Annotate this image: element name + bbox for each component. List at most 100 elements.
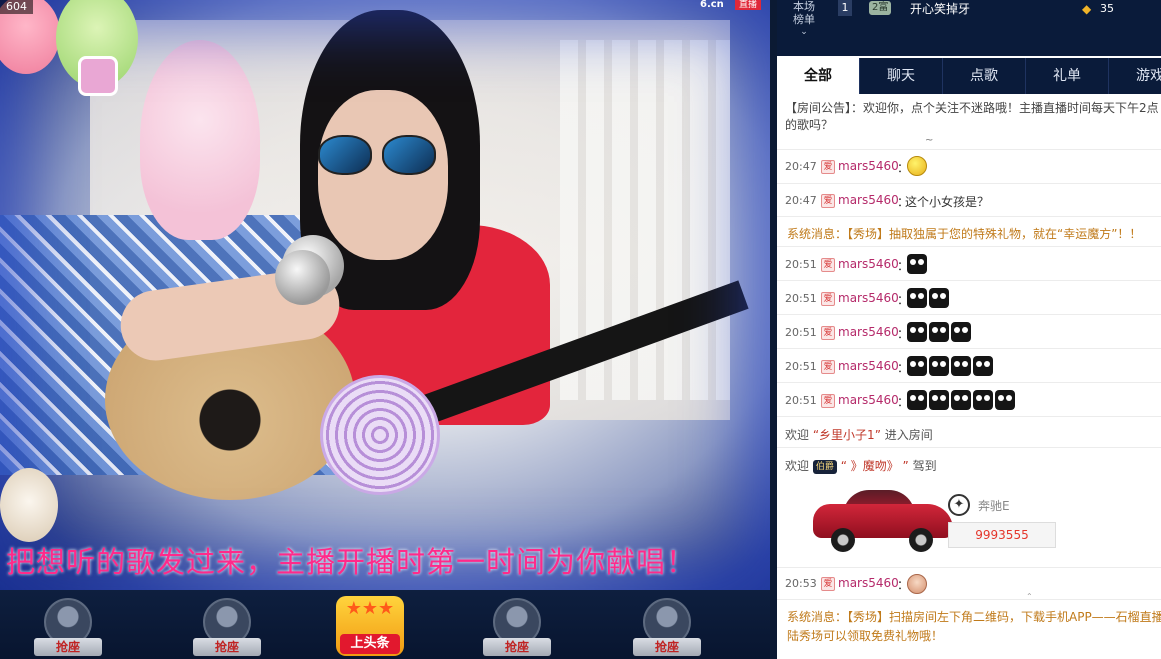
rank-score: 35 [1100, 2, 1114, 15]
message-user[interactable]: mars5460 [838, 325, 899, 339]
message-user[interactable]: mars5460 [838, 359, 899, 373]
ghost-emoji-icon [929, 356, 949, 376]
fan-badge: 爱 [821, 258, 835, 272]
ghost-emoji-icon [951, 390, 971, 410]
mercedes-logo-icon: ✦ [948, 494, 970, 516]
gift-sticker [78, 56, 118, 96]
chat-message: 20:51 爱 mars5460 ： [777, 349, 1161, 383]
ghost-emoji-icon [929, 390, 949, 410]
room-announcement: 【房间公告】：欢迎你，点个关注不迷路哦！主播直播时间每天下午2点 的歌吗？ ~ [777, 94, 1161, 150]
welcome-user[interactable]: “乡里小子1” [813, 428, 881, 442]
fan-badge: 爱 [821, 194, 835, 208]
live-badge: 直播 [735, 0, 762, 10]
message-time: 20:51 [785, 360, 817, 373]
message-user[interactable]: mars5460 [838, 193, 899, 207]
pop-filter [320, 375, 440, 495]
arrival-user[interactable]: “ 》魔吻》 ” [841, 459, 909, 473]
stars-icon: ★★★ [345, 598, 395, 619]
system-text: 系统消息：【秀场】抽取独属于您的特殊礼物，就在“幸运魔方”！！ [787, 227, 1142, 241]
fan-badge: 爱 [821, 577, 835, 591]
ghost-emoji-icon [907, 254, 927, 274]
message-time: 20:47 [785, 160, 817, 173]
announcement-text: 【房间公告】：欢迎你，点个关注不迷路哦！主播直播时间每天下午2点 [785, 101, 1159, 115]
teddy-bear [140, 40, 260, 240]
chat-message: 20:51 爱 mars5460 ： [777, 383, 1161, 417]
seat-5[interactable]: 抢座 [627, 598, 707, 659]
chat-message: 20:51 爱 mars5460 ： [777, 281, 1161, 315]
stream-banner: 把想听的歌发过来，主播开播时第一时间为你献唱！ [6, 545, 697, 579]
tab-games[interactable]: 游戏 [1109, 58, 1161, 94]
system-message: 系统消息：【秀场】抽取独属于您的特殊礼物，就在“幸运魔方”！！ [777, 217, 1161, 247]
video-player[interactable]: 604 6.cn 直播 把想听的歌发过来，主播开播时第一时间为你献唱！ [0, 0, 770, 590]
announcement-text-line2: 的歌吗？ [785, 118, 834, 132]
fan-badge: 爱 [821, 160, 835, 174]
headline-label: 上头条 [340, 634, 400, 654]
ghost-emoji-icon [907, 356, 927, 376]
ghost-emoji-icon [995, 390, 1015, 410]
tab-all[interactable]: 全部 [777, 58, 860, 94]
arrival-prefix: 欢迎 [785, 459, 810, 473]
system-message: 系统消息：【秀场】扫描房间左下角二维码，下载手机APP——石榴直播 陆秀场可以领… [777, 600, 1161, 659]
fan-badge: 爱 [821, 326, 835, 340]
collapse-icon[interactable]: ~ [925, 136, 933, 146]
headline-button[interactable]: ★★★ 上头条 [336, 596, 404, 656]
chat-message: 20:51 爱 mars5460 ： [777, 247, 1161, 281]
welcome-message: 欢迎 “乡里小子1” 进入房间 [777, 417, 1161, 448]
message-user[interactable]: mars5460 [838, 576, 899, 590]
site-logo: 6.cn [700, 0, 724, 10]
tab-song-request[interactable]: 点歌 [943, 58, 1026, 94]
noble-badge: 伯爵 [812, 459, 837, 474]
welcome-prefix: 欢迎 [785, 428, 810, 442]
ghost-emoji-icon [907, 288, 927, 308]
chevron-down-icon[interactable]: ⌄ [777, 26, 831, 38]
rank-tab[interactable]: 本场 榜单 ⌄ [777, 0, 831, 56]
message-time: 20:51 [785, 292, 817, 305]
coin-icon: ◆ [1082, 2, 1092, 16]
chat-message: 20:51 爱 mars5460 ： [777, 315, 1161, 349]
tab-gift-list[interactable]: 礼单 [1026, 58, 1109, 94]
sunglasses [318, 135, 438, 177]
rank-bar: 本场 榜单 ⌄ 1 2富 开心笑掉牙 ◆ 35 [777, 0, 1161, 56]
message-time: 20:53 [785, 577, 817, 590]
ghost-emoji-icon [907, 322, 927, 342]
arrival-suffix: 驾到 [912, 459, 937, 473]
message-time: 20:51 [785, 326, 817, 339]
message-user[interactable]: mars5460 [838, 257, 899, 271]
seat-4[interactable]: 抢座 [477, 598, 557, 659]
welcome-text: 欢迎 “乡里小子1” 进入房间 [785, 426, 933, 443]
welcome-suffix: 进入房间 [884, 428, 933, 442]
rank-tab-line1: 本场 [793, 0, 815, 13]
smiley-emoji-icon [907, 156, 927, 176]
chat-message: 20:47 爱 mars5460 ： [777, 150, 1161, 184]
rank-tab-line2: 榜单 [793, 13, 815, 26]
scroll-indicator-icon[interactable]: ⌃ [1026, 593, 1038, 601]
tab-chat[interactable]: 聊天 [860, 58, 943, 94]
grab-seat-button[interactable]: 抢座 [483, 638, 551, 656]
ghost-emoji-icon [951, 356, 971, 376]
ghost-emoji-icon [951, 322, 971, 342]
ghost-emoji-icon [907, 390, 927, 410]
message-time: 20:51 [785, 394, 817, 407]
fan-badge: 爱 [821, 394, 835, 408]
message-user[interactable]: mars5460 [838, 291, 899, 305]
wealth-badge: 2富 [869, 1, 892, 15]
rank-row[interactable]: 1 2富 开心笑掉牙 ◆ 35 [835, 0, 1161, 18]
ghost-emoji-icon [929, 288, 949, 308]
chat-tabs: 全部 聊天 点歌 礼单 游戏 [777, 58, 1161, 94]
car-price: 9993555 [948, 522, 1056, 548]
ghost-emoji-icon [973, 390, 993, 410]
seat-1[interactable]: 抢座 [28, 598, 108, 659]
grab-seat-button[interactable]: 抢座 [633, 638, 701, 656]
seat-2[interactable]: 抢座 [187, 598, 267, 659]
message-user[interactable]: mars5460 [838, 393, 899, 407]
car-name: 奔驰E [978, 499, 1010, 513]
chat-list[interactable]: 【房间公告】：欢迎你，点个关注不迷路哦！主播直播时间每天下午2点 的歌吗？ ~ … [777, 94, 1161, 659]
grab-seat-button[interactable]: 抢座 [193, 638, 261, 656]
message-text: 这个小女孩是？ [905, 195, 990, 209]
system-text: 系统消息：【秀场】扫描房间左下角二维码，下载手机APP——石榴直播 [787, 610, 1161, 624]
rank-user-name[interactable]: 开心笑掉牙 [910, 0, 970, 18]
viewer-count: 604 [0, 0, 33, 14]
arrival-text: 欢迎 伯爵 “ 》魔吻》 ” 驾到 [785, 457, 937, 474]
grab-seat-button[interactable]: 抢座 [34, 638, 102, 656]
message-user[interactable]: mars5460 [838, 159, 899, 173]
